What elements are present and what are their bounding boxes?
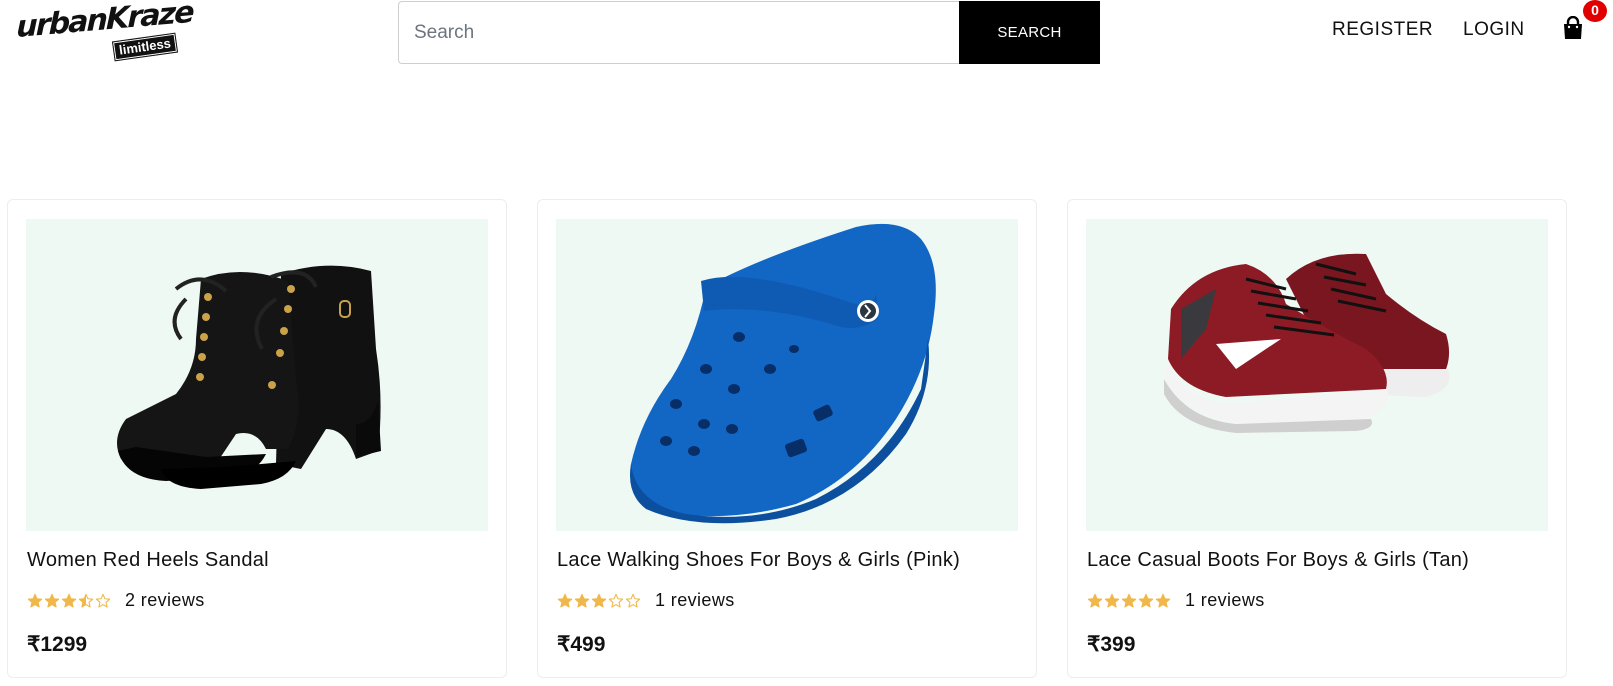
star-full-icon	[574, 593, 590, 608]
star-full-icon	[1138, 593, 1154, 608]
star-rating	[557, 593, 641, 609]
star-full-icon	[1121, 593, 1137, 608]
login-link[interactable]: LOGIN	[1463, 19, 1525, 41]
review-count: 1 reviews	[1185, 590, 1265, 610]
product-price: ₹499	[557, 633, 606, 656]
star-half-icon	[78, 593, 94, 608]
logo-tagline: limitless	[112, 32, 179, 62]
star-rating	[1087, 593, 1171, 609]
product-card[interactable]: Women Red Heels Sandal 2 reviews ₹1299	[7, 199, 507, 678]
cart-count-badge: 0	[1583, 0, 1607, 22]
star-full-icon	[27, 593, 43, 608]
star-full-icon	[61, 593, 77, 608]
search-button[interactable]: SEARCH	[959, 1, 1100, 64]
product-image-clog[interactable]	[556, 219, 1018, 531]
star-rating	[27, 593, 111, 609]
product-card[interactable]: Lace Casual Boots For Boys & Girls (Tan)…	[1067, 199, 1567, 678]
register-link[interactable]: REGISTER	[1332, 19, 1433, 41]
review-count: 2 reviews	[125, 590, 205, 610]
brand-logo[interactable]: urbanKraze limitless	[16, 0, 193, 62]
search-input[interactable]	[398, 1, 959, 64]
product-title[interactable]: Women Red Heels Sandal	[27, 549, 269, 572]
product-rating: 2 reviews	[27, 590, 205, 611]
product-price: ₹399	[1087, 633, 1136, 656]
site-header: urbanKraze limitless SEARCH REGISTER LOG…	[0, 0, 1613, 70]
star-full-icon	[44, 593, 60, 608]
star-empty-icon	[608, 593, 624, 608]
product-title[interactable]: Lace Walking Shoes For Boys & Girls (Pin…	[557, 549, 960, 572]
product-rating: 1 reviews	[1087, 590, 1265, 611]
star-empty-icon	[625, 593, 641, 608]
star-full-icon	[1087, 593, 1103, 608]
product-rating: 1 reviews	[557, 590, 735, 611]
star-empty-icon	[95, 593, 111, 608]
product-title[interactable]: Lace Casual Boots For Boys & Girls (Tan)	[1087, 549, 1469, 572]
product-image-boot[interactable]	[26, 219, 488, 531]
star-full-icon	[591, 593, 607, 608]
shopping-bag-icon	[1562, 16, 1590, 40]
star-full-icon	[1104, 593, 1120, 608]
search-form: SEARCH	[398, 1, 1100, 64]
review-count: 1 reviews	[655, 590, 735, 610]
star-full-icon	[1155, 593, 1171, 608]
product-price: ₹1299	[27, 633, 88, 656]
star-full-icon	[557, 593, 573, 608]
product-image-sneakers[interactable]	[1086, 219, 1548, 531]
cart-button[interactable]	[1562, 16, 1590, 44]
product-card[interactable]: Lace Walking Shoes For Boys & Girls (Pin…	[537, 199, 1037, 678]
